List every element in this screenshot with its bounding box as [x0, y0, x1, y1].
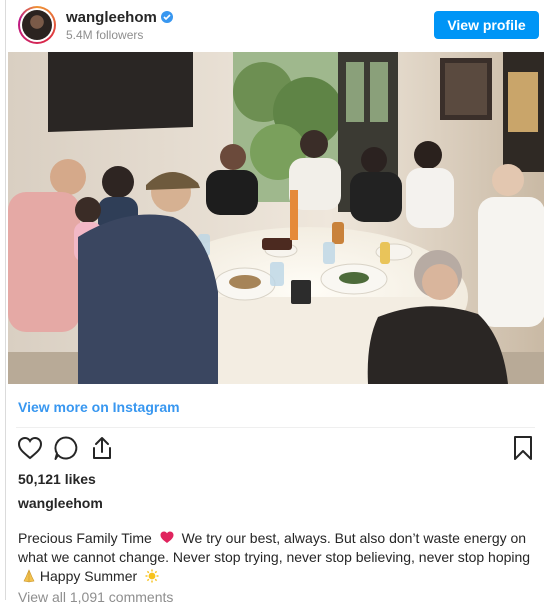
header-username-text[interactable]: wangleehom	[66, 9, 157, 26]
view-comments-link[interactable]: View all 1,091 comments	[18, 589, 173, 605]
post-username[interactable]: wangleehom	[18, 495, 103, 511]
caption-title: Precious Family Time	[18, 530, 152, 546]
heart-icon[interactable]	[16, 434, 44, 462]
share-icon[interactable]	[88, 434, 116, 462]
follower-count: 5.4M followers	[66, 28, 144, 42]
header-username[interactable]: wangleehom	[66, 9, 173, 26]
verified-badge-icon	[160, 11, 173, 23]
view-profile-button[interactable]: View profile	[434, 11, 539, 39]
action-bar	[6, 434, 544, 464]
view-more-link[interactable]: View more on Instagram	[18, 399, 180, 415]
divider	[16, 427, 535, 428]
red-heart-emoji	[160, 531, 174, 543]
post-header: wangleehom 5.4M followers View profile	[6, 0, 544, 50]
caption-closing: Happy Summer	[39, 568, 138, 584]
post-photo[interactable]	[8, 52, 544, 384]
bookmark-icon[interactable]	[509, 434, 537, 462]
praying-hands-emoji	[23, 569, 35, 583]
comment-icon[interactable]	[52, 434, 80, 462]
like-count[interactable]: 50,121 likes	[18, 471, 96, 487]
restaurant-photo	[8, 52, 544, 384]
post-caption: Precious Family Time We try our best, al…	[18, 529, 533, 586]
profile-avatar[interactable]	[18, 6, 56, 44]
sun-emoji	[145, 569, 159, 583]
instagram-embed-card: wangleehom 5.4M followers View profile V…	[5, 0, 544, 605]
